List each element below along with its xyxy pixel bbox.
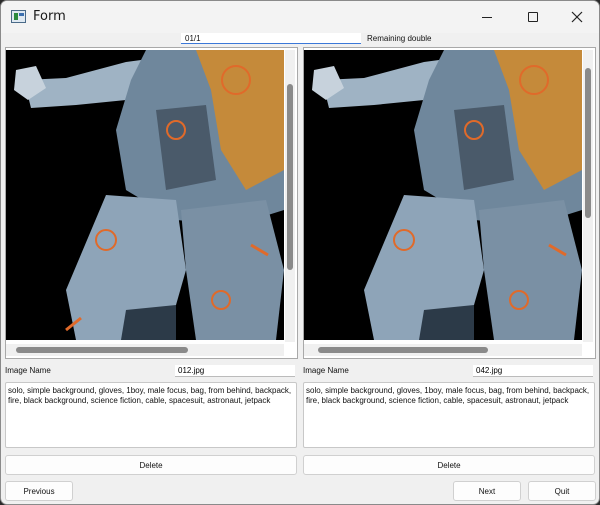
title-bar: Form bbox=[1, 1, 599, 33]
left-astronaut-image bbox=[6, 50, 284, 340]
right-image-name-field[interactable]: 042.jpg bbox=[473, 365, 593, 377]
minimize-icon bbox=[482, 16, 492, 18]
left-image-view[interactable] bbox=[5, 47, 298, 359]
left-image-name-field[interactable]: 012.jpg bbox=[175, 365, 295, 377]
pair-counter-field[interactable]: 01/1 bbox=[181, 33, 361, 44]
left-vertical-scroll-thumb[interactable] bbox=[287, 84, 293, 270]
left-image-name-label: Image Name bbox=[5, 366, 51, 375]
right-horizontal-scroll-thumb[interactable] bbox=[318, 347, 488, 353]
remaining-status: Remaining double bbox=[367, 34, 432, 43]
right-image-name-label: Image Name bbox=[303, 366, 349, 375]
quit-button[interactable]: Quit bbox=[528, 481, 596, 501]
right-image-view[interactable] bbox=[303, 47, 596, 359]
maximize-icon bbox=[528, 12, 538, 22]
minimize-button[interactable] bbox=[464, 1, 510, 33]
right-horizontal-scrollbar[interactable] bbox=[304, 344, 582, 356]
left-horizontal-scrollbar[interactable] bbox=[6, 344, 284, 356]
app-icon bbox=[11, 10, 26, 23]
right-vertical-scroll-thumb[interactable] bbox=[585, 68, 591, 218]
left-horizontal-scroll-thumb[interactable] bbox=[16, 347, 188, 353]
maximize-button[interactable] bbox=[510, 1, 556, 33]
left-delete-button[interactable]: Delete bbox=[5, 455, 297, 475]
close-icon bbox=[571, 11, 583, 23]
left-tags-textarea[interactable]: solo, simple background, gloves, 1boy, m… bbox=[5, 382, 297, 448]
previous-button[interactable]: Previous bbox=[5, 481, 73, 501]
left-vertical-scrollbar[interactable] bbox=[285, 50, 295, 342]
right-astronaut-image bbox=[304, 50, 582, 340]
right-vertical-scrollbar[interactable] bbox=[583, 50, 593, 342]
close-button[interactable] bbox=[554, 1, 599, 33]
window-title: Form bbox=[33, 9, 66, 24]
right-delete-button[interactable]: Delete bbox=[303, 455, 595, 475]
form-window: Form 01/1 Remaining double Image Name 01… bbox=[0, 0, 600, 505]
next-button[interactable]: Next bbox=[453, 481, 521, 501]
right-tags-textarea[interactable]: solo, simple background, gloves, 1boy, m… bbox=[303, 382, 595, 448]
